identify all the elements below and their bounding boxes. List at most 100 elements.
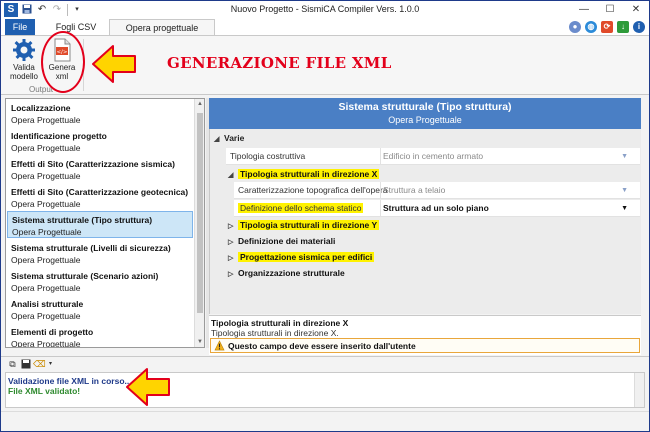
gear-icon (13, 39, 35, 61)
valida-label-2: modello (9, 72, 38, 81)
status-bar (1, 411, 649, 431)
output-line-success: File XML validato! (8, 386, 81, 396)
sidebar-item-subtitle: Opera Progettuale (11, 311, 81, 321)
output-scrollbar[interactable] (634, 373, 644, 407)
ribbon-right-icons: ● ◍ ⟳ ↓ i (565, 21, 645, 33)
category-label: Varie (224, 133, 245, 143)
chevron-down-icon[interactable]: ▼ (621, 200, 628, 217)
download-icon[interactable]: ↓ (617, 21, 629, 33)
undo-icon[interactable]: ↶ (36, 4, 48, 16)
category-varie[interactable]: ◢ Varie (210, 130, 642, 146)
group-label: Definizione dei materiali (238, 236, 336, 246)
copy-icon[interactable]: ⧉ (7, 359, 18, 370)
sidebar-item-elementi-progetto[interactable]: Elementi di progetto Opera Progettuale (7, 324, 193, 348)
property-name: Tipologia costruttiva (230, 151, 306, 161)
sidebar-item-sito-sismica[interactable]: Effetti di Sito (Caratterizzazione sismi… (7, 156, 193, 183)
customize-icon[interactable]: ▾ (71, 4, 83, 16)
description-text: Tipologia strutturali in direzione X. (211, 328, 339, 338)
group-label: Tipologia strutturali in direzione Y (238, 220, 380, 230)
warning-message: Questo campo deve essere inserito dall'u… (210, 338, 640, 353)
sidebar-item-subtitle: Opera Progettuale (12, 227, 82, 237)
sidebar-item-subtitle: Opera Progettuale (11, 339, 81, 348)
separator (67, 4, 68, 16)
ribbon-tabs: File Fogli CSV Opera progettuale ● ◍ ⟳ ↓… (1, 19, 649, 35)
output-line: Validazione file XML in corso.. (8, 376, 130, 386)
app-icon: S (4, 3, 18, 17)
sidebar-item-sito-geotecnica[interactable]: Effetti di Sito (Caratterizzazione geote… (7, 184, 193, 211)
sidebar-item-identificazione[interactable]: Identificazione progetto Opera Progettua… (7, 128, 193, 155)
save-icon[interactable] (20, 359, 31, 370)
redo-icon[interactable]: ↷ (51, 4, 63, 16)
property-row-caratterizzazione[interactable]: Caratterizzazione topografica dell'opera… (234, 182, 640, 199)
sidebar-item-subtitle: Opera Progettuale (11, 283, 81, 293)
collapse-icon[interactable]: ◢ (214, 132, 224, 148)
close-button[interactable]: ✕ (623, 1, 649, 19)
refresh-icon[interactable]: ⟳ (601, 21, 613, 33)
group-label: Progettazione sismica per edifici (238, 252, 375, 262)
property-row-tipologia-costruttiva[interactable]: Tipologia costruttiva Edificio in cement… (226, 148, 640, 165)
tab-opera-progettuale[interactable]: Opera progettuale (109, 19, 215, 35)
sidebar-item-tipo-struttura[interactable]: Sistema strutturale (Tipo struttura) Ope… (7, 211, 193, 238)
sidebar-item-scenario-azioni[interactable]: Sistema strutturale (Scenario azioni) Op… (7, 268, 193, 295)
sidebar: Localizzazione Opera Progettuale Identif… (5, 98, 205, 348)
warning-icon (214, 340, 225, 351)
sidebar-item-title: Elementi di progetto (11, 327, 94, 337)
info-icon[interactable]: i (633, 21, 645, 33)
sidebar-item-livelli-sicurezza[interactable]: Sistema strutturale (Livelli di sicurezz… (7, 240, 193, 267)
group-organizzazione[interactable]: ▷ Organizzazione strutturale (226, 265, 640, 281)
app-window: S ↶ ↷ ▾ Nuovo Progetto - SismiCA Compile… (0, 0, 650, 432)
sidebar-item-title: Effetti di Sito (Caratterizzazione sismi… (11, 159, 175, 169)
sidebar-item-title: Sistema strutturale (Tipo struttura) (12, 215, 153, 225)
description-title: Tipologia strutturali in direzione X (211, 318, 349, 328)
property-name-text: Definizione dello schema statico (238, 203, 364, 213)
annotation-arrow-output (126, 368, 170, 406)
user-icon[interactable]: ● (569, 21, 581, 33)
sidebar-item-subtitle: Opera Progettuale (11, 115, 81, 125)
sidebar-scrollbar[interactable]: ▲ ▼ (194, 99, 204, 347)
clear-icon[interactable]: ⌫ (33, 359, 46, 370)
property-grid: ◢ Varie Tipologia costruttiva Edificio in… (209, 129, 641, 314)
property-row-definizione[interactable]: Definizione dello schema statico Struttu… (234, 200, 640, 217)
property-value: Edificio in cemento armato (383, 151, 484, 161)
valida-modello-button[interactable]: Valida modello (7, 38, 41, 81)
sidebar-item-subtitle: Opera Progettuale (11, 171, 81, 181)
group-direzione-x[interactable]: ◢ Tipologia strutturali in direzione X (226, 166, 640, 182)
property-value: Struttura a telaio (383, 185, 446, 195)
scrollbar-thumb[interactable] (197, 113, 203, 313)
property-value: Struttura ad un solo piano (383, 203, 489, 213)
chevron-down-icon[interactable]: ▼ (621, 148, 628, 165)
sidebar-item-title: Localizzazione (11, 103, 71, 113)
valida-label-1: Valida (13, 63, 35, 72)
title-bar: S ↶ ↷ ▾ Nuovo Progetto - SismiCA Compile… (1, 1, 649, 19)
property-value-dropdown[interactable]: Edificio in cemento armato ▼ (380, 148, 638, 165)
group-progettazione-sismica[interactable]: ▷ Progettazione sismica per edifici (226, 249, 640, 265)
scroll-down-icon[interactable]: ▼ (195, 339, 204, 345)
property-value-dropdown[interactable]: Struttura ad un solo piano ▼ (380, 200, 638, 217)
window-title: Nuovo Progetto - SismiCA Compiler Vers. … (230, 4, 420, 14)
tab-file[interactable]: File (5, 19, 35, 35)
expand-icon[interactable]: ▷ (228, 267, 238, 283)
warning-text: Questo campo deve essere inserito dall'u… (228, 341, 416, 351)
group-materiali[interactable]: ▷ Definizione dei materiali (226, 233, 640, 249)
window-controls: — ☐ ✕ (571, 1, 649, 19)
sidebar-item-title: Sistema strutturale (Scenario azioni) (11, 271, 159, 281)
sidebar-item-analisi-strutturale[interactable]: Analisi strutturale Opera Progettuale (7, 296, 193, 323)
sidebar-item-title: Effetti di Sito (Caratterizzazione geote… (11, 187, 189, 197)
maximize-button[interactable]: ☐ (597, 1, 623, 19)
dropdown-icon[interactable]: ▾ (45, 359, 56, 370)
detail-subtitle: Opera Progettuale (388, 115, 462, 125)
globe-icon[interactable]: ◍ (585, 21, 597, 33)
chevron-down-icon[interactable]: ▼ (621, 182, 628, 199)
group-direzione-y[interactable]: ▷ Tipologia strutturali in direzione Y (226, 217, 640, 233)
annotation-circle (41, 31, 85, 93)
save-icon[interactable] (21, 4, 33, 16)
property-name: Definizione dello schema statico (238, 200, 388, 217)
output-panel: Validazione file XML in corso.. File XML… (5, 372, 645, 408)
annotation-arrow-ribbon (92, 45, 136, 83)
property-value-dropdown[interactable]: Struttura a telaio ▼ (380, 182, 638, 199)
scroll-up-icon[interactable]: ▲ (195, 101, 204, 107)
minimize-button[interactable]: — (571, 1, 597, 19)
property-name: Caratterizzazione topografica dell'opera (238, 185, 388, 195)
sidebar-item-subtitle: Opera Progettuale (11, 199, 81, 209)
sidebar-item-localizzazione[interactable]: Localizzazione Opera Progettuale (7, 100, 193, 127)
